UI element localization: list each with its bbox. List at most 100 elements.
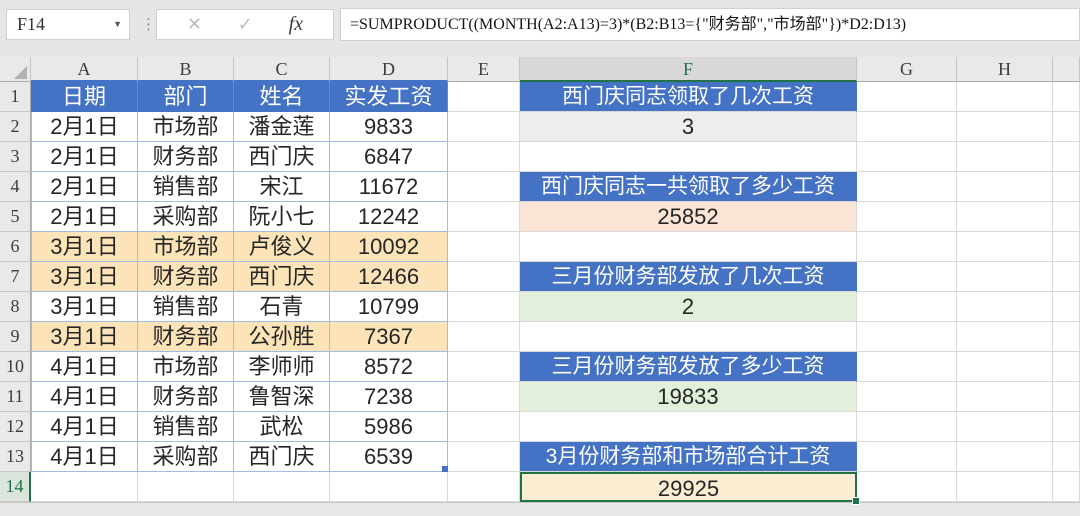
cell-E6[interactable] [448, 232, 520, 262]
cell-A4[interactable]: 2月1日 [31, 172, 138, 202]
cell-C4[interactable]: 宋江 [234, 172, 330, 202]
cell-A7[interactable]: 3月1日 [31, 262, 138, 292]
cell-E2[interactable] [448, 112, 520, 142]
cell-H11[interactable] [957, 382, 1053, 412]
cell-X11[interactable] [1053, 382, 1080, 412]
cell-D11[interactable]: 7238 [330, 382, 448, 412]
cell-X7[interactable] [1053, 262, 1080, 292]
cell-A14[interactable] [31, 472, 138, 502]
cell-G11[interactable] [857, 382, 957, 412]
cell-F6[interactable] [520, 232, 857, 262]
cell-F5[interactable]: 25852 [520, 202, 857, 232]
cell-G8[interactable] [857, 292, 957, 322]
cell-C6[interactable]: 卢俊义 [234, 232, 330, 262]
name-box[interactable]: F14 ▼ [6, 9, 130, 40]
col-header-B[interactable]: B [138, 57, 234, 82]
cell-D6[interactable]: 10092 [330, 232, 448, 262]
row-header-12[interactable]: 12 [0, 412, 31, 442]
cell-E10[interactable] [448, 352, 520, 382]
insert-function-icon[interactable]: fx [289, 13, 303, 36]
row-header-3[interactable]: 3 [0, 142, 31, 172]
cell-A11[interactable]: 4月1日 [31, 382, 138, 412]
cell-H12[interactable] [957, 412, 1053, 442]
cell-E5[interactable] [448, 202, 520, 232]
cell-H1[interactable] [957, 82, 1053, 112]
cell-G6[interactable] [857, 232, 957, 262]
cell-X12[interactable] [1053, 412, 1080, 442]
cell-C9[interactable]: 公孙胜 [234, 322, 330, 352]
cell-C3[interactable]: 西门庆 [234, 142, 330, 172]
cell-X6[interactable] [1053, 232, 1080, 262]
col-header-F[interactable]: F [520, 57, 857, 82]
cell-D2[interactable]: 9833 [330, 112, 448, 142]
cell-A13[interactable]: 4月1日 [31, 442, 138, 472]
cell-F8[interactable]: 2 [520, 292, 857, 322]
cell-C8[interactable]: 石青 [234, 292, 330, 322]
cell-E12[interactable] [448, 412, 520, 442]
row-header-5[interactable]: 5 [0, 202, 31, 232]
cell-A12[interactable]: 4月1日 [31, 412, 138, 442]
row-header-8[interactable]: 8 [0, 292, 31, 322]
cell-F12[interactable] [520, 412, 857, 442]
col-header-D[interactable]: D [330, 57, 448, 82]
cell-B1[interactable]: 部门 [138, 82, 234, 112]
cell-X14[interactable] [1053, 472, 1080, 502]
cell-G3[interactable] [857, 142, 957, 172]
cell-C1[interactable]: 姓名 [234, 82, 330, 112]
col-header-H[interactable]: H [957, 57, 1053, 82]
cell-B11[interactable]: 财务部 [138, 382, 234, 412]
cell-B4[interactable]: 销售部 [138, 172, 234, 202]
cell-D7[interactable]: 12466 [330, 262, 448, 292]
cell-B6[interactable]: 市场部 [138, 232, 234, 262]
cell-B9[interactable]: 财务部 [138, 322, 234, 352]
cell-D5[interactable]: 12242 [330, 202, 448, 232]
cell-F2[interactable]: 3 [520, 112, 857, 142]
cell-H2[interactable] [957, 112, 1053, 142]
cell-B2[interactable]: 市场部 [138, 112, 234, 142]
cell-F13[interactable]: 3月份财务部和市场部合计工资 [520, 442, 857, 472]
cell-X3[interactable] [1053, 142, 1080, 172]
cell-E8[interactable] [448, 292, 520, 322]
fill-handle[interactable] [852, 497, 860, 505]
cell-X1[interactable] [1053, 82, 1080, 112]
row-header-6[interactable]: 6 [0, 232, 31, 262]
cell-D10[interactable]: 8572 [330, 352, 448, 382]
row-header-2[interactable]: 2 [0, 112, 31, 142]
row-header-14[interactable]: 14 [0, 472, 31, 502]
cell-H14[interactable] [957, 472, 1053, 502]
cell-F3[interactable] [520, 142, 857, 172]
cell-F4[interactable]: 西门庆同志一共领取了多少工资 [520, 172, 857, 202]
cell-B12[interactable]: 销售部 [138, 412, 234, 442]
cell-A2[interactable]: 2月1日 [31, 112, 138, 142]
cell-G13[interactable] [857, 442, 957, 472]
cell-H7[interactable] [957, 262, 1053, 292]
cell-F11[interactable]: 19833 [520, 382, 857, 412]
cell-F10[interactable]: 三月份财务部发放了多少工资 [520, 352, 857, 382]
cell-D3[interactable]: 6847 [330, 142, 448, 172]
confirm-icon[interactable]: ✓ [238, 14, 253, 35]
cell-A8[interactable]: 3月1日 [31, 292, 138, 322]
cell-E1[interactable] [448, 82, 520, 112]
cell-D13[interactable]: 6539 [330, 442, 448, 472]
cell-B3[interactable]: 财务部 [138, 142, 234, 172]
cell-G2[interactable] [857, 112, 957, 142]
cell-C12[interactable]: 武松 [234, 412, 330, 442]
cell-C13[interactable]: 西门庆 [234, 442, 330, 472]
cell-D1[interactable]: 实发工资 [330, 82, 448, 112]
cell-H8[interactable] [957, 292, 1053, 322]
cell-E9[interactable] [448, 322, 520, 352]
cell-A3[interactable]: 2月1日 [31, 142, 138, 172]
cell-E13[interactable] [448, 442, 520, 472]
cell-C14[interactable] [234, 472, 330, 502]
col-header-C[interactable]: C [234, 57, 330, 82]
cell-A1[interactable]: 日期 [31, 82, 138, 112]
cell-X9[interactable] [1053, 322, 1080, 352]
cancel-icon[interactable]: ✕ [187, 14, 202, 35]
cell-H5[interactable] [957, 202, 1053, 232]
col-header-E[interactable]: E [448, 57, 520, 82]
cell-G12[interactable] [857, 412, 957, 442]
cell-B7[interactable]: 财务部 [138, 262, 234, 292]
cell-F1[interactable]: 西门庆同志领取了几次工资 [520, 82, 857, 112]
cell-E11[interactable] [448, 382, 520, 412]
cell-E14[interactable] [448, 472, 520, 502]
